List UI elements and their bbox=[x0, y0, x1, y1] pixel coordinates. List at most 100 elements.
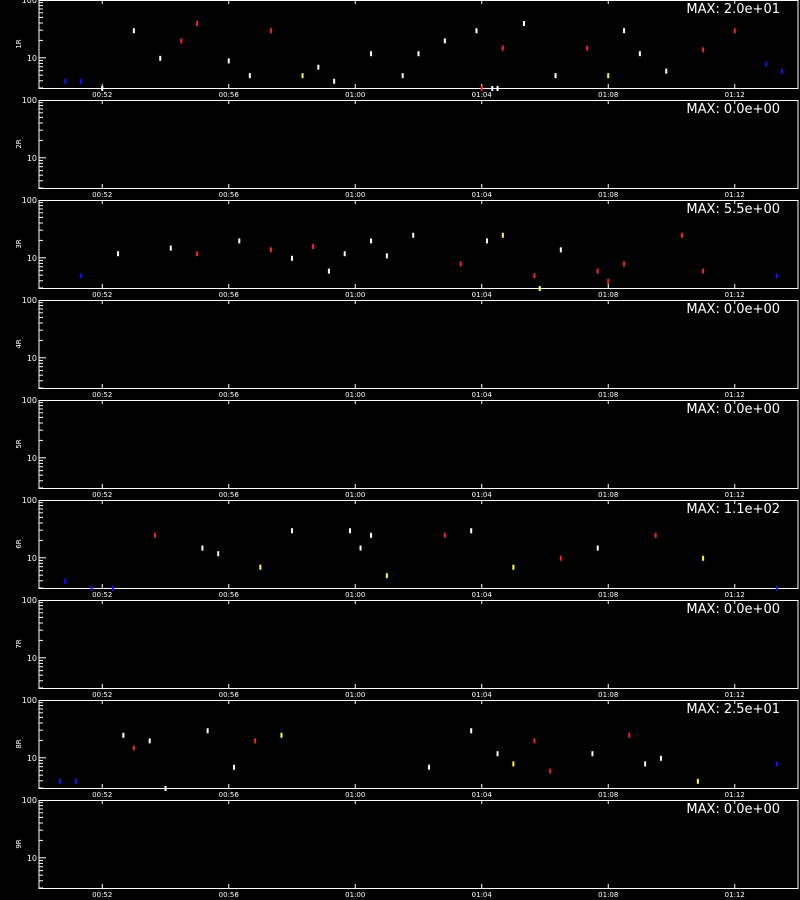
max-label: MAX: 2.0e+01 bbox=[686, 2, 780, 17]
x-tick-label: 01:00 bbox=[345, 291, 365, 299]
panel-label: 7R bbox=[15, 639, 23, 648]
data-point bbox=[370, 51, 373, 57]
x-tick-label: 01:12 bbox=[725, 291, 745, 299]
data-point bbox=[696, 778, 699, 784]
data-point bbox=[206, 728, 209, 734]
y-tick-label: 100 bbox=[22, 96, 37, 105]
data-point bbox=[217, 551, 220, 557]
max-label: MAX: 1.1e+02 bbox=[686, 502, 780, 517]
x-tick-label: 01:04 bbox=[472, 191, 493, 199]
data-point bbox=[512, 564, 515, 570]
data-point bbox=[559, 555, 562, 561]
x-tick-label: 01:00 bbox=[345, 891, 365, 899]
x-tick-label: 01:04 bbox=[472, 91, 493, 99]
x-tick-label: 01:08 bbox=[598, 391, 618, 399]
data-point bbox=[486, 238, 489, 244]
data-point bbox=[554, 73, 557, 79]
x-tick-label: 01:00 bbox=[345, 191, 365, 199]
x-tick-label: 00:56 bbox=[219, 91, 240, 99]
x-tick-label: 00:56 bbox=[219, 391, 240, 399]
data-point bbox=[233, 764, 236, 770]
x-tick-label: 01:04 bbox=[472, 891, 493, 899]
data-point bbox=[385, 253, 388, 259]
data-point bbox=[196, 251, 199, 257]
spectrogram-panels: 100 10 1R 00:52 00:56 01:00 01:04 01:08 01:12 MAX… bbox=[15, 0, 799, 899]
data-point bbox=[443, 532, 446, 538]
panel-7R: 100 10 7R 00:52 00:56 01:00 01:04 01:08 01:12 MAX… bbox=[15, 596, 799, 699]
panel-label: 4R bbox=[15, 339, 23, 348]
y-tick-label: 10 bbox=[27, 154, 37, 163]
x-tick-label: 01:00 bbox=[345, 591, 365, 599]
data-point bbox=[385, 573, 388, 579]
y-tick-label: 100 bbox=[22, 0, 37, 5]
panel-2R: 100 10 2R 00:52 00:56 01:00 01:04 01:08 01:12 MAX… bbox=[15, 96, 799, 199]
data-point bbox=[607, 73, 610, 79]
data-point bbox=[196, 20, 199, 26]
y-tick-label: 10 bbox=[27, 654, 37, 663]
y-tick-label: 10 bbox=[27, 854, 37, 863]
y-tick-label: 100 bbox=[22, 496, 37, 505]
data-point bbox=[775, 273, 778, 279]
data-point bbox=[549, 768, 552, 774]
x-tick-label: 01:12 bbox=[725, 591, 745, 599]
panel-label: 9R bbox=[15, 839, 23, 848]
data-point bbox=[80, 78, 83, 84]
data-point bbox=[501, 45, 504, 51]
x-tick-label: 01:08 bbox=[598, 491, 618, 499]
data-point bbox=[559, 247, 562, 253]
max-label: MAX: 0.0e+00 bbox=[686, 302, 780, 317]
data-point bbox=[248, 73, 251, 79]
max-label: MAX: 0.0e+00 bbox=[686, 802, 780, 817]
y-tick-label: 100 bbox=[22, 596, 37, 605]
plot-frame bbox=[38, 100, 799, 189]
data-point bbox=[459, 261, 462, 267]
x-tick-label: 00:52 bbox=[92, 391, 112, 399]
data-point bbox=[533, 273, 536, 279]
x-tick-label: 01:04 bbox=[472, 791, 493, 799]
data-point bbox=[64, 78, 67, 84]
data-point bbox=[132, 28, 135, 34]
data-point bbox=[496, 86, 499, 91]
data-point bbox=[533, 738, 536, 744]
plot-frame bbox=[38, 200, 799, 289]
data-point bbox=[148, 738, 151, 744]
x-tick-label: 01:12 bbox=[725, 691, 745, 699]
data-point bbox=[117, 251, 120, 257]
data-point bbox=[596, 268, 599, 274]
x-tick-label: 00:56 bbox=[219, 791, 240, 799]
panel-8R: 100 10 8R 00:52 00:56 01:00 01:04 01:08 01:12 MAX… bbox=[15, 696, 799, 799]
data-point bbox=[312, 243, 315, 249]
data-point bbox=[596, 545, 599, 551]
data-point bbox=[765, 61, 768, 67]
x-tick-label: 00:56 bbox=[219, 691, 240, 699]
panel-label: 1R bbox=[15, 39, 23, 48]
data-point bbox=[702, 268, 705, 274]
max-label: MAX: 2.5e+01 bbox=[686, 702, 780, 717]
x-tick-label: 00:52 bbox=[92, 791, 112, 799]
plot-frame bbox=[38, 0, 799, 89]
plot-frame bbox=[38, 700, 799, 789]
data-point bbox=[201, 545, 204, 551]
data-point bbox=[623, 28, 626, 34]
panel-9R: 100 10 9R 00:52 00:56 01:00 01:04 01:08 01:12 MAX… bbox=[15, 796, 799, 899]
x-tick-label: 01:08 bbox=[598, 91, 618, 99]
x-tick-label: 01:04 bbox=[472, 691, 493, 699]
max-label: MAX: 5.5e+00 bbox=[686, 202, 780, 217]
max-label: MAX: 0.0e+00 bbox=[686, 402, 780, 417]
x-tick-label: 01:12 bbox=[725, 91, 745, 99]
panel-label: 2R bbox=[15, 139, 23, 148]
data-point bbox=[370, 532, 373, 538]
data-point bbox=[470, 528, 473, 534]
data-point bbox=[775, 761, 778, 767]
data-point bbox=[101, 86, 104, 91]
data-point bbox=[74, 778, 77, 784]
y-tick-label: 100 bbox=[22, 196, 37, 205]
x-tick-label: 01:00 bbox=[345, 791, 365, 799]
data-point bbox=[638, 51, 641, 57]
panel-label: 5R bbox=[15, 439, 23, 448]
data-point bbox=[169, 245, 172, 251]
data-point bbox=[370, 238, 373, 244]
data-point bbox=[781, 68, 784, 74]
x-tick-label: 01:08 bbox=[598, 291, 618, 299]
data-point bbox=[238, 238, 241, 244]
